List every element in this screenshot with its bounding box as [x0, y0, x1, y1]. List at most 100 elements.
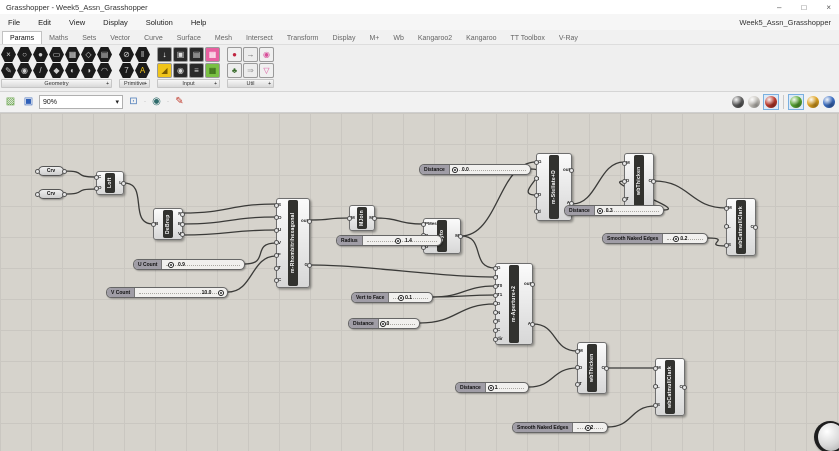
wire[interactable]	[529, 368, 577, 387]
pin-in-d[interactable]: D	[578, 366, 586, 371]
pin-in-m[interactable]: M	[578, 349, 586, 354]
file-icon[interactable]: ▣	[173, 47, 188, 62]
slider-distance-stellate[interactable]: Distance0.0	[419, 164, 531, 175]
pin-in-t[interactable]: T	[277, 266, 287, 271]
pin-in-m[interactable]: M	[625, 161, 633, 166]
pin-in-d[interactable]: D	[537, 193, 548, 198]
slider-distance-aperture[interactable]: Distance0	[348, 318, 420, 329]
slider-track[interactable]: 0.1	[389, 293, 432, 302]
pin-in-o[interactable]: O	[97, 186, 104, 191]
node-thicken-1[interactable]: MDTwbThickenO	[624, 153, 654, 209]
tab-kangaroo2[interactable]: Kangaroo2	[411, 32, 459, 44]
menu-solution[interactable]: Solution	[146, 18, 173, 27]
tab-params[interactable]: Params	[2, 31, 42, 44]
wire[interactable]	[375, 218, 423, 224]
pin-out-m[interactable]: M	[448, 234, 460, 239]
line-param-icon[interactable]: /	[33, 63, 48, 78]
tab-kangaroo[interactable]: Kangaroo	[459, 32, 503, 44]
plane-param-icon[interactable]: ▭	[49, 47, 64, 62]
data-out-arrow-icon[interactable]: ⇒	[243, 63, 258, 78]
save-file-icon[interactable]: ▣	[21, 95, 36, 110]
pin-out-out[interactable]: out	[299, 219, 309, 224]
pin-in-v[interactable]: V	[277, 241, 287, 246]
null-param-icon[interactable]: ⊘	[119, 47, 134, 62]
pin-in-pmesh[interactable]: PMesh	[424, 222, 436, 227]
pin-in-d[interactable]: d	[537, 210, 548, 215]
node-catmullclark-1[interactable]: MLSwbCatmullClarkO	[726, 198, 756, 256]
slider-knob[interactable]	[398, 295, 404, 301]
preview-eye-icon[interactable]: ◉	[149, 95, 164, 110]
slider-knob[interactable]	[597, 208, 603, 214]
jump-cherry-icon[interactable]: ●	[227, 47, 242, 62]
canvas[interactable]: CrvCrvCOLoftLBDeBrepFEVSOUVFTCm-Rhombitr…	[0, 113, 839, 451]
param-crv-1[interactable]: Crv	[38, 166, 64, 176]
draw-icons-sphere-icon[interactable]	[788, 94, 804, 110]
maximize-button[interactable]: □	[801, 3, 806, 12]
slider-track[interactable]: 2	[573, 423, 607, 432]
slider-knob[interactable]	[218, 290, 224, 296]
pin-out-a[interactable]: A	[520, 322, 532, 327]
close-button[interactable]: ×	[826, 3, 831, 12]
surface-param-icon[interactable]: ▤	[97, 47, 112, 62]
sphere-param-icon[interactable]: ◉	[17, 63, 32, 78]
value-list-icon[interactable]: ≡	[189, 63, 204, 78]
pin-out-o[interactable]: O	[747, 225, 755, 230]
wire[interactable]	[572, 162, 624, 204]
pin-in-i[interactable]: I	[496, 275, 508, 280]
minimize-button[interactable]: –	[777, 3, 781, 12]
import-icon[interactable]: ↓	[157, 47, 172, 62]
draw-fancy-sphere-icon[interactable]	[806, 95, 820, 109]
paintbrush-icon[interactable]: ✎	[172, 95, 187, 110]
integer-param-icon[interactable]: 7	[119, 63, 134, 78]
wire[interactable]	[124, 183, 153, 224]
galapagos-tree-icon[interactable]: ♣	[227, 63, 242, 78]
node-debrep[interactable]: BDeBrepFEV	[153, 208, 183, 240]
pin-in-s[interactable]: S	[496, 319, 508, 324]
pin-in-s[interactable]: S	[656, 403, 664, 408]
slider-track[interactable]: 1	[486, 383, 528, 392]
tab-tt-toolbox[interactable]: TT Toolbox	[504, 32, 552, 44]
slider-knob[interactable]	[395, 238, 401, 244]
menu-view[interactable]: View	[69, 18, 85, 27]
slider-radius[interactable]: Radius1.4	[336, 235, 442, 246]
color-swatch-icon[interactable]: ▦	[205, 47, 220, 62]
pin-in-l[interactable]: L	[727, 225, 735, 230]
wire[interactable]	[533, 324, 577, 351]
pin-in-o[interactable]: O	[277, 216, 287, 221]
group-expand-icon[interactable]: +	[106, 81, 109, 87]
curve-param-icon[interactable]: ✎	[1, 63, 16, 78]
pin-in-s[interactable]: S	[277, 203, 287, 208]
pin-out-m[interactable]: M	[368, 216, 374, 221]
node-catmullclark-2[interactable]: MLSwbCatmullClarkO	[655, 358, 685, 416]
zoom-select[interactable]: 90% ▾	[39, 95, 123, 109]
mesh-param-icon[interactable]: ▦	[65, 47, 80, 62]
slider-track[interactable]: 0.2	[663, 234, 707, 243]
menu-help[interactable]: Help	[191, 18, 206, 27]
pin-in-c[interactable]: C	[277, 278, 287, 283]
menu-file[interactable]: File	[8, 18, 20, 27]
tab-vector[interactable]: Vector	[103, 32, 137, 44]
open-file-icon[interactable]: ▨	[3, 95, 18, 110]
flask-icon[interactable]: ▽	[259, 63, 274, 78]
point-param-icon[interactable]: ◇	[81, 47, 96, 62]
pin-in-m[interactable]: M	[727, 206, 735, 211]
knob-icon[interactable]: ◉	[173, 63, 188, 78]
zoom-extents-icon[interactable]: ⊡	[126, 95, 141, 110]
pin-out-g[interactable]: G	[299, 263, 309, 268]
slider-track[interactable]: 1.4	[363, 236, 441, 245]
slider-track[interactable]: 0	[379, 319, 419, 328]
brep-param-icon[interactable]: ○	[17, 47, 32, 62]
slider-u-count[interactable]: U Count0.9	[133, 259, 245, 270]
number-slider-icon[interactable]: ◢	[157, 63, 172, 78]
pin-in-s[interactable]: S	[727, 243, 735, 248]
pin-out-v[interactable]: V	[174, 232, 182, 237]
wire[interactable]	[64, 189, 96, 194]
slider-distance-thicken-2[interactable]: Distance1	[455, 382, 529, 393]
menu-edit[interactable]: Edit	[38, 18, 51, 27]
slider-knob[interactable]	[380, 321, 386, 327]
pin-in-i[interactable]: I	[537, 177, 548, 182]
geometry-param-icon[interactable]: ◠	[97, 63, 112, 78]
pin-in-g[interactable]: G	[496, 266, 508, 271]
slider-knob[interactable]	[168, 262, 174, 268]
pin-out-out[interactable]: out	[560, 168, 571, 173]
